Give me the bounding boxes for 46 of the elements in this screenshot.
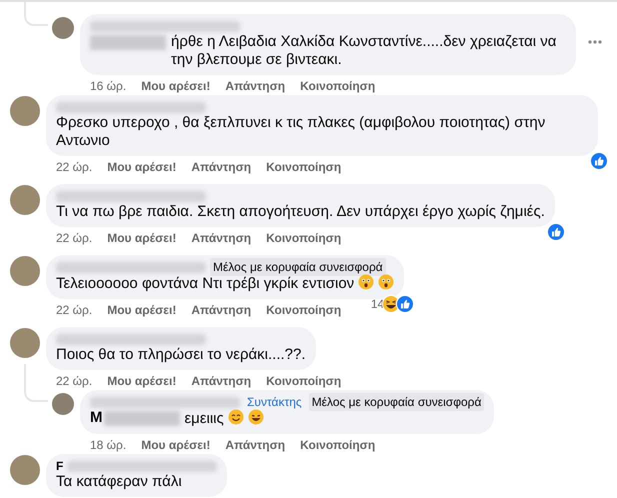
comment-text: εμειιις bbox=[184, 410, 224, 427]
top-contributor-badge: Μέλος με κορυφαία συνεισφορά bbox=[308, 393, 484, 411]
like-link[interactable]: Μου αρέσει! bbox=[141, 436, 210, 454]
comment-time[interactable]: 18 ώρ. bbox=[90, 436, 126, 454]
more-options-icon[interactable] bbox=[588, 40, 602, 44]
thread-line bbox=[24, 364, 48, 402]
avatar-photo[interactable] bbox=[10, 96, 40, 126]
like-link[interactable]: Μου αρέσει! bbox=[107, 372, 176, 390]
reaction-count[interactable]: 14 bbox=[370, 295, 384, 313]
avatar-photo[interactable] bbox=[10, 328, 40, 358]
comment-text: Τελειοοοοοο φοντάνα Ντι τρέβι γκρίκ εντισιον bbox=[56, 275, 354, 292]
like-link[interactable]: Μου αρέσει! bbox=[107, 301, 176, 319]
comment-time[interactable]: 22 ώρ. bbox=[56, 301, 92, 319]
top-contributor-badge: Μέλος με κορυφαία συνεισφορά bbox=[210, 258, 386, 276]
share-link[interactable]: Κοινοποίηση bbox=[300, 77, 376, 95]
comment-text: Τι να πω βρε παιδια. Σκετη απογοήτευση. Δεν υπάρχει έργο χωρίς ζημιές. bbox=[56, 203, 545, 220]
avatar-photo[interactable] bbox=[52, 393, 74, 415]
comment-time[interactable]: 16 ώρ. bbox=[90, 77, 126, 95]
comment-text: Τα κατάφεραν πάλι bbox=[56, 473, 182, 490]
like-link[interactable]: Μου αρέσει! bbox=[107, 229, 176, 247]
share-link[interactable]: Κοινοποίηση bbox=[266, 158, 342, 176]
reply-link[interactable]: Απάντηση bbox=[225, 77, 286, 95]
mention-initial[interactable]: M bbox=[90, 409, 102, 427]
avatar-photo[interactable] bbox=[10, 455, 40, 485]
comment-time[interactable]: 22 ώρ. bbox=[56, 372, 92, 390]
reply-link[interactable]: Απάντηση bbox=[191, 158, 252, 176]
comment-time[interactable]: 22 ώρ. bbox=[56, 158, 92, 176]
share-link[interactable]: Κοινοποίηση bbox=[266, 229, 342, 247]
reply-link[interactable]: Απάντηση bbox=[191, 229, 252, 247]
reply-link[interactable]: Απάντηση bbox=[191, 301, 252, 319]
avatar-photo[interactable] bbox=[52, 17, 74, 39]
comment-time[interactable]: 22 ώρ. bbox=[56, 229, 92, 247]
share-link[interactable]: Κοινοποίηση bbox=[266, 372, 342, 390]
share-link[interactable]: Κοινοποίηση bbox=[300, 436, 376, 454]
author-label: Συντάκτης bbox=[246, 394, 303, 411]
share-link[interactable]: Κοινοποίηση bbox=[266, 301, 342, 319]
comment-text: Φρεσκο υπεροχο , θα ξεπλπυνει κ τις πλακες (αμφιβολου ποιοτητας) στην Αντωνιο bbox=[56, 114, 546, 149]
author-name[interactable]: F bbox=[56, 457, 64, 475]
reply-link[interactable]: Απάντηση bbox=[225, 436, 286, 454]
comment-text: Ποιος θα το πληρώσει το νεράκι....??. bbox=[56, 346, 306, 363]
like-link[interactable]: Μου αρέσει! bbox=[107, 158, 176, 176]
comment-text: ήρθε η Λειβαδια Χαλκίδα Κωνσταντίνε.....δεν χρειαζεται να την βλεπουμε σε βιντεακι. bbox=[171, 33, 556, 68]
avatar-photo[interactable] bbox=[10, 256, 40, 286]
like-link[interactable]: Μου αρέσει! bbox=[141, 77, 210, 95]
reply-link[interactable]: Απάντηση bbox=[191, 372, 252, 390]
avatar-photo[interactable] bbox=[10, 185, 40, 215]
